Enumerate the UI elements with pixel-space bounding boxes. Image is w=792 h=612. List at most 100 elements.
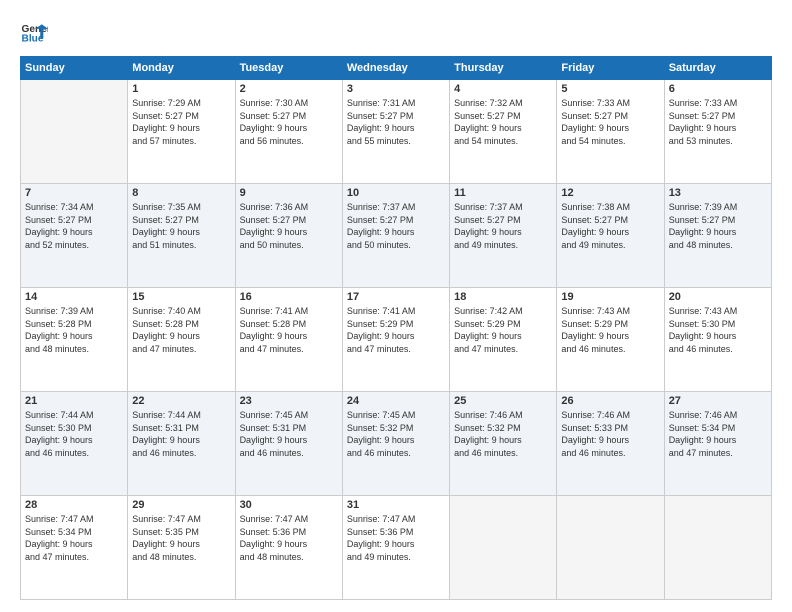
calendar-week-1: 1 Sunrise: 7:29 AM Sunset: 5:27 PM Daylig… [21, 80, 772, 184]
header: General Blue [20, 18, 772, 46]
calendar-cell: 23Sunrise: 7:45 AM Sunset: 5:31 PM Dayli… [235, 392, 342, 496]
day-number: 20 [669, 291, 767, 303]
day-number: 5 [561, 83, 659, 95]
day-number: 15 [132, 291, 230, 303]
calendar-cell: 16 Sunrise: 7:41 AM Sunset: 5:28 PM Dayli… [235, 288, 342, 392]
day-info: Sunrise: 7:36 AM Sunset: 5:27 PM Dayligh… [240, 201, 338, 251]
day-info: Sunrise: 7:47 AM Sunset: 5:36 PM Dayligh… [240, 513, 338, 563]
calendar-cell: 6 Sunrise: 7:33 AM Sunset: 5:27 PM Daylig… [664, 80, 771, 184]
day-info: Sunrise: 7:39 AM Sunset: 5:27 PM Dayligh… [669, 201, 767, 251]
calendar-cell: 11 Sunrise: 7:37 AM Sunset: 5:27 PM Dayli… [450, 184, 557, 288]
day-info: Sunrise: 7:45 AM Sunset: 5:31 PM Dayligh… [240, 409, 338, 459]
calendar-cell: 27 Sunrise: 7:46 AM Sunset: 5:34 PM Dayli… [664, 392, 771, 496]
day-info: Sunrise: 7:42 AM Sunset: 5:29 PM Dayligh… [454, 305, 552, 355]
header-row: SundayMondayTuesdayWednesdayThursdayFrid… [21, 57, 772, 80]
day-header-friday: Friday [557, 57, 664, 80]
calendar-cell: 22Sunrise: 7:44 AM Sunset: 5:31 PM Dayli… [128, 392, 235, 496]
day-info: Sunrise: 7:35 AM Sunset: 5:27 PM Dayligh… [132, 201, 230, 251]
day-info: Sunrise: 7:46 AM Sunset: 5:32 PM Dayligh… [454, 409, 552, 459]
calendar-week-5: 28 Sunrise: 7:47 AM Sunset: 5:34 PM Dayli… [21, 496, 772, 600]
calendar-cell: 8 Sunrise: 7:35 AM Sunset: 5:27 PM Daylig… [128, 184, 235, 288]
day-number: 3 [347, 83, 445, 95]
day-number: 27 [669, 395, 767, 407]
day-number: 2 [240, 83, 338, 95]
day-info: Sunrise: 7:32 AM Sunset: 5:27 PM Dayligh… [454, 97, 552, 147]
day-number: 18 [454, 291, 552, 303]
calendar-cell: 2Sunrise: 7:30 AM Sunset: 5:27 PM Daylig… [235, 80, 342, 184]
day-number: 4 [454, 83, 552, 95]
day-info: Sunrise: 7:41 AM Sunset: 5:28 PM Dayligh… [240, 305, 338, 355]
logo: General Blue [20, 18, 48, 46]
calendar-cell: 3 Sunrise: 7:31 AM Sunset: 5:27 PM Daylig… [342, 80, 449, 184]
calendar-cell: 12 Sunrise: 7:38 AM Sunset: 5:27 PM Dayli… [557, 184, 664, 288]
calendar-cell [664, 496, 771, 600]
calendar-cell: 24 Sunrise: 7:45 AM Sunset: 5:32 PM Dayli… [342, 392, 449, 496]
day-number: 25 [454, 395, 552, 407]
day-number: 31 [347, 499, 445, 511]
calendar-week-2: 7 Sunrise: 7:34 AM Sunset: 5:27 PM Daylig… [21, 184, 772, 288]
day-info: Sunrise: 7:45 AM Sunset: 5:32 PM Dayligh… [347, 409, 445, 459]
day-number: 14 [25, 291, 123, 303]
day-number: 28 [25, 499, 123, 511]
day-header-thursday: Thursday [450, 57, 557, 80]
day-header-saturday: Saturday [664, 57, 771, 80]
day-header-monday: Monday [128, 57, 235, 80]
day-info: Sunrise: 7:43 AM Sunset: 5:29 PM Dayligh… [561, 305, 659, 355]
day-header-wednesday: Wednesday [342, 57, 449, 80]
day-info: Sunrise: 7:47 AM Sunset: 5:34 PM Dayligh… [25, 513, 123, 563]
day-number: 6 [669, 83, 767, 95]
day-info: Sunrise: 7:46 AM Sunset: 5:34 PM Dayligh… [669, 409, 767, 459]
day-header-tuesday: Tuesday [235, 57, 342, 80]
day-info: Sunrise: 7:33 AM Sunset: 5:27 PM Dayligh… [669, 97, 767, 147]
day-number: 9 [240, 187, 338, 199]
calendar-cell: 13 Sunrise: 7:39 AM Sunset: 5:27 PM Dayli… [664, 184, 771, 288]
calendar-cell: 26Sunrise: 7:46 AM Sunset: 5:33 PM Dayli… [557, 392, 664, 496]
calendar-table: SundayMondayTuesdayWednesdayThursdayFrid… [20, 56, 772, 600]
calendar-week-3: 14Sunrise: 7:39 AM Sunset: 5:28 PM Dayli… [21, 288, 772, 392]
day-info: Sunrise: 7:31 AM Sunset: 5:27 PM Dayligh… [347, 97, 445, 147]
day-info: Sunrise: 7:47 AM Sunset: 5:35 PM Dayligh… [132, 513, 230, 563]
calendar-cell: 19 Sunrise: 7:43 AM Sunset: 5:29 PM Dayli… [557, 288, 664, 392]
calendar-cell: 31Sunrise: 7:47 AM Sunset: 5:36 PM Dayli… [342, 496, 449, 600]
calendar-cell: 18 Sunrise: 7:42 AM Sunset: 5:29 PM Dayli… [450, 288, 557, 392]
calendar-cell: 7 Sunrise: 7:34 AM Sunset: 5:27 PM Daylig… [21, 184, 128, 288]
calendar-week-4: 21 Sunrise: 7:44 AM Sunset: 5:30 PM Dayli… [21, 392, 772, 496]
day-number: 16 [240, 291, 338, 303]
day-number: 12 [561, 187, 659, 199]
day-number: 19 [561, 291, 659, 303]
day-number: 10 [347, 187, 445, 199]
day-info: Sunrise: 7:37 AM Sunset: 5:27 PM Dayligh… [454, 201, 552, 251]
calendar-cell: 17Sunrise: 7:41 AM Sunset: 5:29 PM Dayli… [342, 288, 449, 392]
calendar-cell: 4 Sunrise: 7:32 AM Sunset: 5:27 PM Daylig… [450, 80, 557, 184]
day-info: Sunrise: 7:37 AM Sunset: 5:27 PM Dayligh… [347, 201, 445, 251]
calendar-cell [557, 496, 664, 600]
day-info: Sunrise: 7:44 AM Sunset: 5:30 PM Dayligh… [25, 409, 123, 459]
calendar-cell: 20 Sunrise: 7:43 AM Sunset: 5:30 PM Dayli… [664, 288, 771, 392]
calendar-cell: 5 Sunrise: 7:33 AM Sunset: 5:27 PM Daylig… [557, 80, 664, 184]
day-number: 13 [669, 187, 767, 199]
day-number: 30 [240, 499, 338, 511]
day-info: Sunrise: 7:43 AM Sunset: 5:30 PM Dayligh… [669, 305, 767, 355]
day-info: Sunrise: 7:41 AM Sunset: 5:29 PM Dayligh… [347, 305, 445, 355]
day-number: 1 [132, 83, 230, 95]
calendar-cell: 15 Sunrise: 7:40 AM Sunset: 5:28 PM Dayli… [128, 288, 235, 392]
day-info: Sunrise: 7:29 AM Sunset: 5:27 PM Dayligh… [132, 97, 230, 147]
day-info: Sunrise: 7:34 AM Sunset: 5:27 PM Dayligh… [25, 201, 123, 251]
day-info: Sunrise: 7:33 AM Sunset: 5:27 PM Dayligh… [561, 97, 659, 147]
calendar-cell: 10 Sunrise: 7:37 AM Sunset: 5:27 PM Dayli… [342, 184, 449, 288]
calendar-cell: 28 Sunrise: 7:47 AM Sunset: 5:34 PM Dayli… [21, 496, 128, 600]
day-info: Sunrise: 7:44 AM Sunset: 5:31 PM Dayligh… [132, 409, 230, 459]
day-info: Sunrise: 7:40 AM Sunset: 5:28 PM Dayligh… [132, 305, 230, 355]
calendar-cell: 1 Sunrise: 7:29 AM Sunset: 5:27 PM Daylig… [128, 80, 235, 184]
calendar-cell: 25 Sunrise: 7:46 AM Sunset: 5:32 PM Dayli… [450, 392, 557, 496]
day-number: 24 [347, 395, 445, 407]
calendar-cell: 9 Sunrise: 7:36 AM Sunset: 5:27 PM Daylig… [235, 184, 342, 288]
day-number: 11 [454, 187, 552, 199]
day-number: 21 [25, 395, 123, 407]
day-number: 8 [132, 187, 230, 199]
logo-icon: General Blue [20, 18, 48, 46]
day-number: 7 [25, 187, 123, 199]
calendar-cell: 21 Sunrise: 7:44 AM Sunset: 5:30 PM Dayli… [21, 392, 128, 496]
day-info: Sunrise: 7:38 AM Sunset: 5:27 PM Dayligh… [561, 201, 659, 251]
day-header-sunday: Sunday [21, 57, 128, 80]
